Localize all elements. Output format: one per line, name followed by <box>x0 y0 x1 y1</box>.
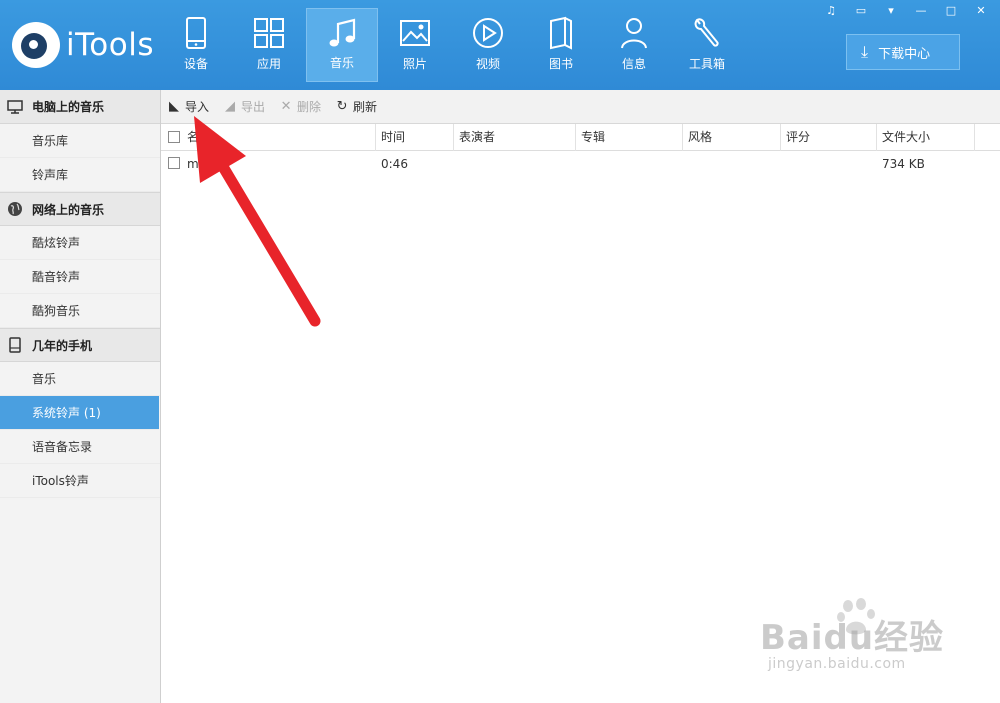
section-title: 几年的手机 <box>32 338 93 353</box>
download-center-button[interactable]: ⤓ 下载中心 <box>846 34 960 70</box>
itools-eye-icon <box>12 22 60 68</box>
nav-label: 设备 <box>183 57 208 71</box>
nav-music[interactable]: 音乐 <box>306 8 378 82</box>
column-genre[interactable]: 风格 <box>683 124 781 151</box>
sidebar-section-device[interactable]: 几年的手机 <box>0 328 160 362</box>
photo-icon <box>400 20 430 46</box>
app-logo: iTools <box>12 22 154 68</box>
music-mini-icon[interactable]: ♫ <box>820 2 842 20</box>
watermark-main: Baidu经验 <box>760 618 945 658</box>
sidebar-item-kugou-music[interactable]: 酷狗音乐 <box>0 294 160 328</box>
section-title: 网络上的音乐 <box>32 202 105 217</box>
column-file-size[interactable]: 文件大小 <box>877 124 975 151</box>
column-artist[interactable]: 表演者 <box>454 124 576 151</box>
minimize-icon[interactable]: — <box>910 2 932 20</box>
nav-label: 应用 <box>256 57 281 71</box>
download-center-label: 下载中心 <box>878 46 931 62</box>
play-icon <box>473 18 503 48</box>
sidebar-item-system-ringtones[interactable]: 系统铃声 (1) <box>0 396 159 430</box>
nav-info[interactable]: 信息 <box>598 8 670 82</box>
nav-video[interactable]: 视频 <box>452 8 524 82</box>
nav-label: 视频 <box>475 57 500 71</box>
nav-device[interactable]: 设备 <box>160 8 232 82</box>
book-icon <box>550 16 572 50</box>
refresh-icon: ↻ <box>336 99 348 114</box>
refresh-button[interactable]: ↻ 刷新 <box>335 98 377 115</box>
nav-label: 音乐 <box>329 56 354 70</box>
top-header: iTools 设备 应用 音乐 照片 视频 图书 信息 工具箱 ♫ ▭ ▾ — … <box>0 0 1000 90</box>
nav-books[interactable]: 图书 <box>525 8 597 82</box>
logo-text: iTools <box>66 27 154 63</box>
nav-label: 信息 <box>621 57 646 71</box>
sidebar-item-music-library[interactable]: 音乐库 <box>0 124 160 158</box>
sidebar-section-online-music[interactable]: 网络上的音乐 <box>0 192 160 226</box>
import-button[interactable]: ◣ 导入 <box>167 98 209 115</box>
window-controls: ♫ ▭ ▾ — □ ✕ <box>812 2 992 20</box>
maximize-icon[interactable]: □ <box>940 2 962 20</box>
import-icon: ◣ <box>169 99 179 114</box>
export-button[interactable]: ◢ 导出 <box>223 98 265 115</box>
monitor-icon <box>6 98 24 116</box>
globe-icon <box>6 200 24 218</box>
column-rating[interactable]: 评分 <box>781 124 877 151</box>
dropdown-icon[interactable]: ▾ <box>880 2 902 20</box>
cell-time: 0:46 <box>381 157 408 171</box>
table-row[interactable]: me 0:46 734 KB <box>161 151 1000 177</box>
table-header: 名 时间 表演者 专辑 风格 评分 文件大小 <box>161 124 1000 151</box>
wrench-icon <box>694 18 719 47</box>
nav-label: 照片 <box>402 57 427 71</box>
nav-toolbox[interactable]: 工具箱 <box>671 8 743 82</box>
phone-small-icon <box>6 336 24 354</box>
sidebar-item-kuyin-ringtones[interactable]: 酷音铃声 <box>0 260 160 294</box>
sidebar-item-kuxuan-ringtones[interactable]: 酷炫铃声 <box>0 226 160 260</box>
delete-button[interactable]: ✕ 删除 <box>279 98 321 115</box>
cell-size: 734 KB <box>882 157 925 171</box>
column-time[interactable]: 时间 <box>376 124 454 151</box>
delete-icon: ✕ <box>280 99 292 114</box>
close-icon[interactable]: ✕ <box>970 2 992 20</box>
sidebar-item-voice-memos[interactable]: 语音备忘录 <box>0 430 160 464</box>
apps-grid-icon <box>254 18 284 48</box>
person-icon <box>621 18 647 49</box>
cell-name: me <box>187 157 207 171</box>
export-icon: ◢ <box>225 99 236 114</box>
section-title: 电脑上的音乐 <box>32 100 105 114</box>
music-note-icon <box>329 18 356 47</box>
sidebar-item-ringtone-library[interactable]: 铃声库 <box>0 158 160 192</box>
select-all-checkbox[interactable] <box>168 131 180 143</box>
sidebar-item-device-music[interactable]: 音乐 <box>0 362 160 396</box>
nav-apps[interactable]: 应用 <box>233 8 305 82</box>
nav-photos[interactable]: 照片 <box>379 8 451 82</box>
column-name[interactable]: 名 <box>182 124 376 151</box>
main-nav: 设备 应用 音乐 照片 视频 图书 信息 工具箱 <box>160 8 744 82</box>
nav-label: 图书 <box>548 57 573 71</box>
export-label: 导出 <box>241 100 266 114</box>
delete-label: 删除 <box>297 100 322 114</box>
column-album[interactable]: 专辑 <box>576 124 683 151</box>
sidebar: 电脑上的音乐 音乐库 铃声库 网络上的音乐 酷炫铃声 酷音铃声 酷狗音乐 几年的… <box>0 90 161 703</box>
sidebar-section-pc-music[interactable]: 电脑上的音乐 <box>0 90 160 124</box>
chat-icon[interactable]: ▭ <box>850 2 872 20</box>
row-checkbox[interactable] <box>168 157 180 169</box>
music-toolbar: ◣ 导入 ◢ 导出 ✕ 删除 ↻ 刷新 <box>161 90 1000 124</box>
watermark-sub: jingyan.baidu.com <box>768 656 906 672</box>
import-label: 导入 <box>185 100 210 114</box>
baidu-watermark: Baidu经验 jingyan.baidu.com <box>760 596 990 686</box>
phone-icon <box>186 17 206 49</box>
sidebar-item-itools-ringtones[interactable]: iTools铃声 <box>0 464 160 498</box>
refresh-label: 刷新 <box>353 100 378 114</box>
nav-label: 工具箱 <box>688 57 725 71</box>
download-icon: ⤓ <box>861 42 869 61</box>
